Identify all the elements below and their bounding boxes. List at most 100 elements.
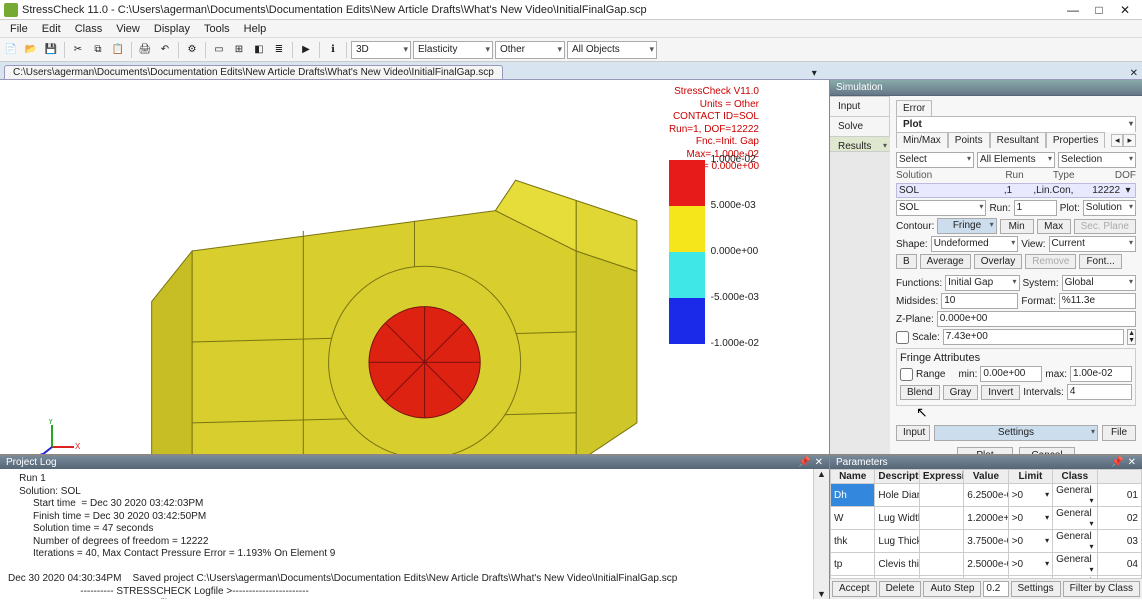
select-icon[interactable]: ▭ bbox=[210, 41, 228, 59]
tab-results[interactable]: Results bbox=[830, 136, 890, 152]
tab-solve[interactable]: Solve bbox=[830, 116, 890, 137]
tab-nav-left[interactable]: ◂ bbox=[1111, 134, 1124, 147]
autostep-button[interactable]: Auto Step bbox=[923, 581, 981, 597]
new-icon[interactable]: 📄 bbox=[2, 41, 20, 59]
run-input[interactable]: 1 bbox=[1014, 200, 1057, 216]
system-combo[interactable]: Global bbox=[1062, 275, 1136, 291]
font-button[interactable]: Font... bbox=[1079, 254, 1121, 269]
step-input[interactable]: 0.2 bbox=[983, 581, 1008, 597]
table-row[interactable]: DhHole Diameter6.2500e-01>0 ▾General ▾01 bbox=[831, 484, 1142, 507]
doc-tab[interactable]: C:\Users\agerman\Documents\Documentation… bbox=[4, 65, 503, 79]
minimize-button[interactable]: — bbox=[1060, 3, 1086, 17]
tab-error[interactable]: Error bbox=[896, 100, 932, 116]
log-pin-icon[interactable]: 📌 bbox=[798, 457, 810, 468]
log-close-icon[interactable]: ✕ bbox=[815, 457, 823, 468]
overlay-button[interactable]: Overlay bbox=[974, 254, 1022, 269]
range-min-input[interactable]: 0.00e+00 bbox=[980, 366, 1042, 382]
menu-view[interactable]: View bbox=[110, 23, 146, 35]
menu-help[interactable]: Help bbox=[238, 23, 273, 35]
save-icon[interactable]: 💾 bbox=[42, 41, 60, 59]
log-body[interactable]: Run 1 Solution: SOL Start time = Dec 30 … bbox=[0, 469, 829, 599]
results-tabs: Error Plot Min/Max Points Resultant Prop… bbox=[896, 100, 1136, 148]
close-button[interactable]: ✕ bbox=[1112, 3, 1138, 17]
print-icon[interactable]: 🖨 bbox=[136, 41, 154, 59]
tab-plot[interactable]: Plot bbox=[896, 116, 1136, 132]
other-combo[interactable]: Other bbox=[495, 41, 565, 59]
menu-tools[interactable]: Tools bbox=[198, 23, 236, 35]
sol-combo[interactable]: SOL bbox=[896, 200, 986, 216]
scale-check[interactable] bbox=[896, 331, 909, 344]
format-input[interactable]: %11.3e bbox=[1059, 293, 1136, 309]
dim-combo[interactable]: 3D bbox=[351, 41, 411, 59]
copy-icon[interactable]: ⧉ bbox=[89, 41, 107, 59]
tab-resultant[interactable]: Resultant bbox=[990, 132, 1046, 148]
filter-button[interactable]: Filter by Class bbox=[1063, 581, 1140, 597]
range-check[interactable] bbox=[900, 368, 913, 381]
tab-properties[interactable]: Properties bbox=[1046, 132, 1106, 148]
average-button[interactable]: Average bbox=[920, 254, 971, 269]
doc-tab-dropdown[interactable]: ▾ bbox=[808, 68, 821, 79]
tab-minmax[interactable]: Min/Max bbox=[896, 132, 948, 148]
table-row[interactable]: WLug Width1.2000e+00>0 ▾General ▾02 bbox=[831, 507, 1142, 530]
selection-combo[interactable]: Selection bbox=[1058, 152, 1136, 168]
solution-row[interactable]: SOL ,1 ,Lin.Con, 12222 ▾ bbox=[896, 183, 1136, 198]
elements-combo[interactable]: All Elements bbox=[977, 152, 1055, 168]
maximize-button[interactable]: □ bbox=[1086, 3, 1112, 17]
tab-input[interactable]: Input bbox=[830, 96, 890, 117]
cut-icon[interactable]: ✂ bbox=[69, 41, 87, 59]
open-icon[interactable]: 📂 bbox=[22, 41, 40, 59]
objects-combo[interactable]: All Objects bbox=[567, 41, 657, 59]
max-button[interactable]: Max bbox=[1037, 219, 1071, 234]
zplane-input[interactable]: 0.000e+00 bbox=[937, 311, 1136, 327]
tab-points[interactable]: Points bbox=[948, 132, 990, 148]
remove-button[interactable]: Remove bbox=[1025, 254, 1076, 269]
shape-combo[interactable]: Undeformed bbox=[931, 236, 1019, 252]
menu-class[interactable]: Class bbox=[69, 23, 109, 35]
menu-file[interactable]: File bbox=[4, 23, 34, 35]
range-max-input[interactable]: 1.00e-02 bbox=[1070, 366, 1132, 382]
info-icon[interactable]: ℹ bbox=[324, 41, 342, 59]
intervals-input[interactable]: 4 bbox=[1067, 384, 1132, 400]
menu-display[interactable]: Display bbox=[148, 23, 196, 35]
param-pin-icon[interactable]: 📌 bbox=[1111, 457, 1123, 468]
input-btn[interactable]: Input bbox=[896, 425, 930, 441]
plotmode-combo[interactable]: Solution bbox=[1083, 200, 1136, 216]
midsides-input[interactable]: 10 bbox=[941, 293, 1018, 309]
fringe-button[interactable]: Fringe bbox=[937, 218, 996, 234]
run-icon[interactable]: ▶ bbox=[297, 41, 315, 59]
param-settings-button[interactable]: Settings bbox=[1011, 581, 1061, 597]
delete-button[interactable]: Delete bbox=[879, 581, 922, 597]
gray-button[interactable]: Gray bbox=[943, 385, 979, 400]
table-row[interactable]: tpClevis thickness2.5000e-01>0 ▾General … bbox=[831, 553, 1142, 576]
undo-icon[interactable]: ↶ bbox=[156, 41, 174, 59]
blend-button[interactable]: Blend bbox=[900, 385, 940, 400]
log-scrollbar[interactable]: ▲▼ bbox=[813, 469, 829, 599]
shade-icon[interactable]: ◧ bbox=[250, 41, 268, 59]
paste-icon[interactable]: 📋 bbox=[109, 41, 127, 59]
file-btn[interactable]: File bbox=[1102, 425, 1136, 441]
invert-button[interactable]: Invert bbox=[981, 385, 1020, 400]
secplane-button[interactable]: Sec. Plane bbox=[1074, 219, 1136, 234]
mesh-icon[interactable]: ⊞ bbox=[230, 41, 248, 59]
doc-tab-close[interactable]: ✕ bbox=[1126, 68, 1142, 79]
settings-btn[interactable]: Settings bbox=[934, 425, 1098, 441]
scale-input[interactable]: 7.43e+00 bbox=[943, 329, 1124, 345]
gear-icon[interactable]: ⚙ bbox=[183, 41, 201, 59]
min-button[interactable]: Min bbox=[1000, 219, 1034, 234]
accept-button[interactable]: Accept bbox=[832, 581, 877, 597]
menu-edit[interactable]: Edit bbox=[36, 23, 67, 35]
param-close-icon[interactable]: ✕ bbox=[1128, 457, 1136, 468]
log-header: Project Log📌✕ bbox=[0, 456, 829, 469]
function-combo[interactable]: Initial Gap bbox=[945, 275, 1019, 291]
app-icon bbox=[4, 3, 18, 17]
material-combo[interactable]: Elasticity bbox=[413, 41, 493, 59]
layers-icon[interactable]: ≣ bbox=[270, 41, 288, 59]
scale-spinner[interactable]: ▲▼ bbox=[1127, 329, 1136, 345]
table-row[interactable]: thkLug Thickness3.7500e-01>0 ▾General ▾0… bbox=[831, 530, 1142, 553]
select-combo[interactable]: Select bbox=[896, 152, 974, 168]
svg-text:Y: Y bbox=[48, 419, 54, 426]
b-button[interactable]: B bbox=[896, 254, 917, 269]
view-combo[interactable]: Current bbox=[1049, 236, 1137, 252]
tab-nav-right[interactable]: ▸ bbox=[1123, 134, 1136, 147]
param-table[interactable]: NameDescriptionExpressionValueLimitClass… bbox=[830, 469, 1142, 578]
